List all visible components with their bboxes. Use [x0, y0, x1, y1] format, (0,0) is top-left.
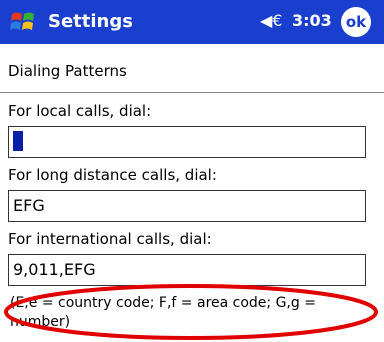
- ok-button[interactable]: ok: [341, 7, 371, 37]
- windows-start-icon[interactable]: [8, 8, 40, 36]
- international-label: For international calls, dial:: [8, 230, 212, 248]
- title-bar: Settings ◀€ 3:03 ok: [0, 0, 384, 44]
- app-title: Settings: [48, 11, 133, 32]
- long-distance-input[interactable]: EFG: [8, 190, 366, 222]
- divider: [0, 92, 384, 93]
- international-input[interactable]: 9,011,EFG: [8, 254, 366, 286]
- highlight-ellipse: [4, 284, 378, 340]
- local-calls-label: For local calls, dial:: [8, 102, 152, 120]
- clock[interactable]: 3:03: [292, 11, 332, 30]
- speaker-icon[interactable]: ◀€: [260, 11, 282, 30]
- text-cursor: [13, 131, 23, 151]
- long-distance-label: For long distance calls, dial:: [8, 166, 217, 184]
- local-calls-input[interactable]: [8, 126, 366, 158]
- page-subtitle: Dialing Patterns: [8, 62, 127, 80]
